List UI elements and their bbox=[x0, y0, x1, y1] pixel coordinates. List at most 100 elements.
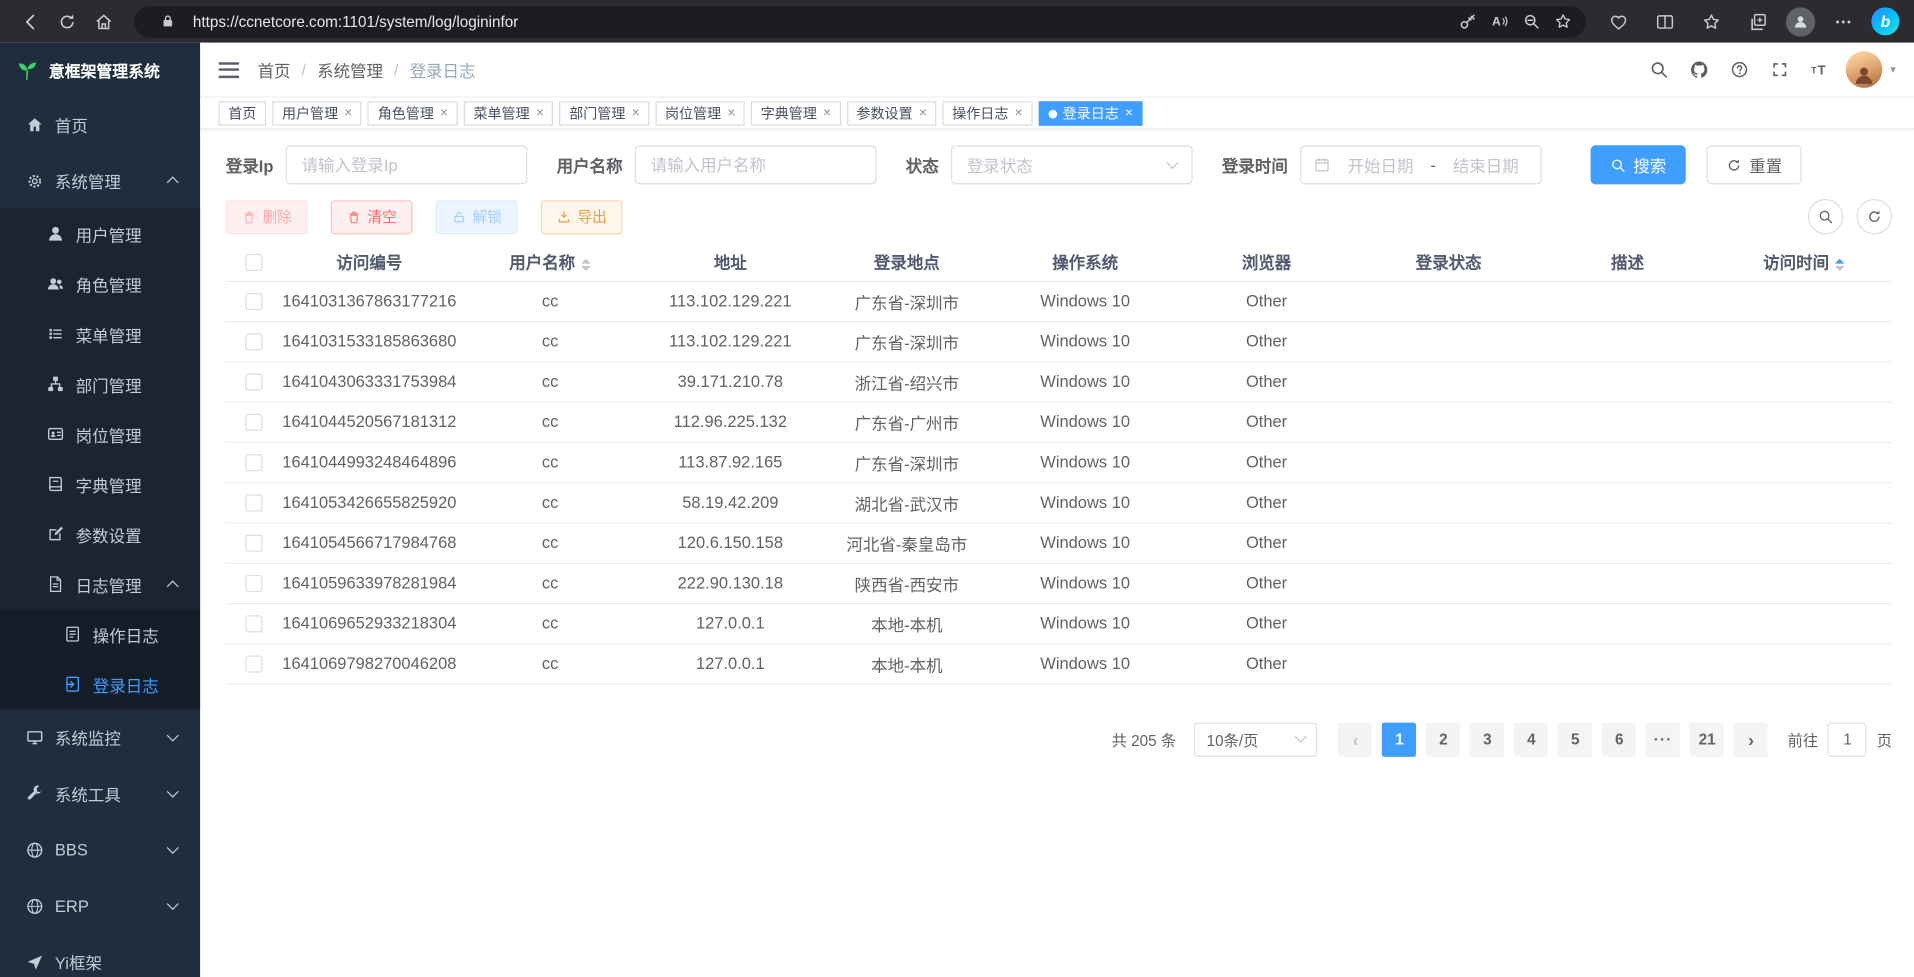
ip-filter-input[interactable] bbox=[286, 145, 528, 184]
sidebar-item-menu-mgmt[interactable]: 菜单管理 bbox=[0, 309, 200, 359]
username-filter-input[interactable] bbox=[635, 145, 877, 184]
user-avatar[interactable] bbox=[1846, 51, 1883, 88]
breadcrumb-item[interactable]: 系统管理 bbox=[317, 57, 383, 81]
sidebar-item-system-tools[interactable]: 系统工具 bbox=[0, 765, 200, 821]
tab-close-icon[interactable] bbox=[344, 107, 352, 120]
copilot-icon[interactable]: b bbox=[1871, 7, 1899, 35]
tab-1[interactable]: 用户管理 bbox=[272, 101, 362, 125]
row-checkbox[interactable] bbox=[245, 374, 262, 391]
tab-2[interactable]: 角色管理 bbox=[368, 101, 458, 125]
tab-close-icon[interactable] bbox=[1125, 107, 1133, 120]
tab-9[interactable]: 登录日志 bbox=[1038, 101, 1142, 125]
row-checkbox[interactable] bbox=[245, 334, 262, 351]
sort-carets-icon[interactable] bbox=[1835, 258, 1845, 270]
help-icon[interactable] bbox=[1723, 53, 1756, 86]
tab-0[interactable]: 首页 bbox=[219, 101, 267, 125]
zoom-out-icon[interactable] bbox=[1515, 7, 1547, 36]
row-checkbox[interactable] bbox=[245, 495, 262, 512]
row-checkbox[interactable] bbox=[245, 293, 262, 310]
sidebar-item-erp[interactable]: ERP bbox=[0, 878, 200, 934]
tab-4[interactable]: 部门管理 bbox=[559, 101, 649, 125]
sidebar-item-role-mgmt[interactable]: 角色管理 bbox=[0, 259, 200, 309]
tab-close-icon[interactable] bbox=[919, 107, 927, 120]
status-filter-select[interactable]: 登录状态 bbox=[951, 145, 1193, 184]
tab-close-icon[interactable] bbox=[823, 107, 831, 120]
collections-icon[interactable] bbox=[1739, 4, 1776, 38]
row-checkbox[interactable] bbox=[245, 656, 262, 673]
font-size-icon[interactable] bbox=[1804, 53, 1837, 86]
pagination-page-button[interactable]: 1 bbox=[1382, 722, 1416, 756]
avatar-caret-icon[interactable]: ▾ bbox=[1890, 63, 1896, 76]
reset-button[interactable]: 重置 bbox=[1707, 145, 1802, 184]
fullscreen-icon[interactable] bbox=[1763, 53, 1796, 86]
split-screen-icon[interactable] bbox=[1647, 4, 1684, 38]
row-checkbox[interactable] bbox=[245, 615, 262, 632]
pagination-page-button[interactable]: 3 bbox=[1470, 722, 1504, 756]
sidebar-item-yi-framework[interactable]: Yi框架 bbox=[0, 934, 200, 977]
refresh-icon[interactable] bbox=[49, 4, 86, 38]
tab-8[interactable]: 操作日志 bbox=[942, 101, 1032, 125]
date-range-picker[interactable]: 开始日期 - 结束日期 bbox=[1300, 145, 1542, 184]
back-icon[interactable] bbox=[12, 4, 49, 38]
pagination-page-button[interactable]: 6 bbox=[1602, 722, 1636, 756]
pagination-next-button[interactable]: › bbox=[1734, 722, 1768, 756]
sidebar-item-system[interactable]: 系统管理 bbox=[0, 153, 200, 209]
pagination-more-button[interactable]: ··· bbox=[1646, 722, 1680, 756]
column-header[interactable]: 用户名称 bbox=[458, 243, 642, 281]
sidebar-item-log-mgmt[interactable]: 日志管理 bbox=[0, 559, 200, 609]
row-checkbox[interactable] bbox=[245, 414, 262, 431]
sidebar-item-operation-log[interactable]: 操作日志 bbox=[0, 609, 200, 659]
delete-button[interactable]: 删除 bbox=[226, 200, 308, 234]
row-checkbox[interactable] bbox=[245, 535, 262, 552]
sidebar-item-bbs[interactable]: BBS bbox=[0, 822, 200, 878]
tab-6[interactable]: 字典管理 bbox=[751, 101, 841, 125]
tab-3[interactable]: 菜单管理 bbox=[464, 101, 554, 125]
pagination-page-button[interactable]: 5 bbox=[1558, 722, 1592, 756]
settings-menu-icon[interactable] bbox=[1825, 4, 1862, 38]
row-checkbox[interactable] bbox=[245, 454, 262, 471]
sidebar-item-dept-mgmt[interactable]: 部门管理 bbox=[0, 359, 200, 409]
pagination-page-button[interactable]: 4 bbox=[1514, 722, 1548, 756]
sidebar-item-login-log[interactable]: 登录日志 bbox=[0, 659, 200, 709]
pagination-page-button[interactable]: 21 bbox=[1690, 722, 1724, 756]
sidebar-item-user-mgmt[interactable]: 用户管理 bbox=[0, 209, 200, 259]
column-header[interactable]: 访问时间 bbox=[1716, 243, 1892, 281]
refresh-table-button[interactable] bbox=[1857, 199, 1892, 234]
tab-close-icon[interactable] bbox=[1014, 107, 1022, 120]
tab-close-icon[interactable] bbox=[727, 107, 735, 120]
row-checkbox[interactable] bbox=[245, 575, 262, 592]
show-search-toggle-button[interactable] bbox=[1808, 199, 1843, 234]
tab-close-icon[interactable] bbox=[536, 107, 544, 120]
github-icon[interactable] bbox=[1683, 53, 1716, 86]
browser-address-bar[interactable]: https://ccnetcore.com:1101/system/log/lo… bbox=[134, 5, 1585, 37]
pagination-page-button[interactable]: 2 bbox=[1426, 722, 1460, 756]
sidebar-item-param-settings[interactable]: 参数设置 bbox=[0, 509, 200, 559]
favorite-star-icon[interactable] bbox=[1547, 7, 1579, 36]
breadcrumb-item[interactable]: 首页 bbox=[258, 57, 291, 81]
profile-avatar[interactable] bbox=[1786, 7, 1815, 36]
tab-5[interactable]: 岗位管理 bbox=[655, 101, 745, 125]
sidebar-item-dict-mgmt[interactable]: 字典管理 bbox=[0, 459, 200, 509]
search-button[interactable]: 搜索 bbox=[1591, 145, 1686, 184]
search-icon[interactable] bbox=[1642, 53, 1675, 86]
clear-button[interactable]: 清空 bbox=[331, 200, 413, 234]
page-size-select[interactable]: 10条/页 bbox=[1194, 722, 1317, 756]
pagination-prev-button[interactable]: ‹ bbox=[1338, 722, 1372, 756]
read-aloud-icon[interactable] bbox=[1483, 7, 1515, 36]
tab-close-icon[interactable] bbox=[440, 107, 448, 120]
sort-carets-icon[interactable] bbox=[581, 258, 591, 270]
sidebar-item-post-mgmt[interactable]: 岗位管理 bbox=[0, 409, 200, 459]
goto-page-input[interactable] bbox=[1828, 722, 1867, 756]
unlock-button[interactable]: 解锁 bbox=[436, 200, 518, 234]
select-all-checkbox[interactable] bbox=[245, 254, 262, 271]
home-icon[interactable] bbox=[85, 4, 122, 38]
export-button[interactable]: 导出 bbox=[541, 200, 623, 234]
sidebar-item-system-monitor[interactable]: 系统监控 bbox=[0, 709, 200, 765]
tab-close-icon[interactable] bbox=[631, 107, 639, 120]
password-key-icon[interactable] bbox=[1451, 7, 1483, 36]
favorites-icon[interactable] bbox=[1693, 4, 1730, 38]
tab-7[interactable]: 参数设置 bbox=[847, 101, 937, 125]
browser-essentials-icon[interactable] bbox=[1600, 4, 1637, 38]
sidebar-item-home[interactable]: 首页 bbox=[0, 96, 200, 152]
sidebar-toggle-icon[interactable] bbox=[219, 62, 240, 78]
